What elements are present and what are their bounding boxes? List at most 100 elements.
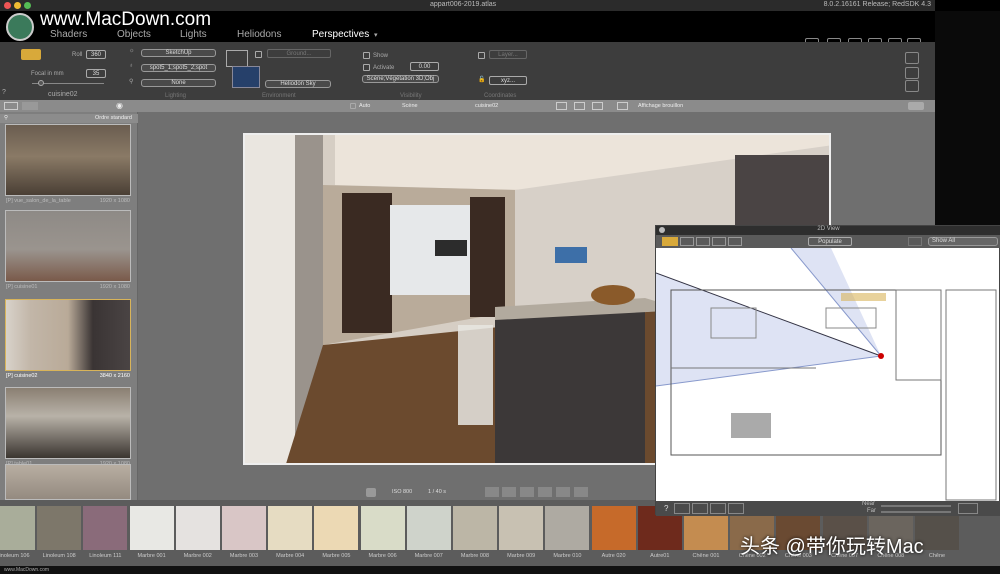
thumbnail-view-icon[interactable] — [4, 102, 18, 110]
plan-icon[interactable] — [662, 237, 678, 246]
material-swatch[interactable] — [83, 506, 128, 550]
remove-button[interactable] — [22, 102, 38, 110]
eye-icon[interactable]: ◉ — [116, 101, 123, 110]
material-label: Autre 020 — [601, 553, 626, 559]
material-label: Linoleum 106 — [0, 553, 30, 559]
pan-icon[interactable] — [485, 487, 499, 497]
activate-checkbox[interactable] — [363, 64, 370, 71]
material-swatch[interactable] — [314, 506, 359, 550]
ground-checkbox[interactable] — [255, 51, 262, 58]
near-slider[interactable] — [881, 505, 951, 507]
roll-input[interactable]: 360 — [86, 50, 106, 59]
perspectives-dropdown-icon[interactable]: ▾ — [374, 31, 378, 39]
focal-slider[interactable] — [32, 80, 104, 86]
camera-target-icon[interactable] — [958, 503, 978, 514]
minimize-button[interactable] — [14, 2, 21, 9]
exposure-select[interactable]: 1 / 40 s — [428, 489, 446, 495]
sky-swatch[interactable] — [232, 66, 260, 88]
material-swatch[interactable] — [0, 506, 35, 550]
perspective-thumbnail[interactable] — [5, 124, 131, 196]
perspective-thumbnail-selected[interactable] — [5, 299, 131, 371]
scene-label[interactable]: Scène — [402, 103, 418, 109]
macdown-logo — [6, 13, 34, 41]
lighting-preset-select[interactable]: SketchUp — [141, 49, 216, 57]
material-swatch[interactable] — [37, 506, 82, 550]
light-icon[interactable] — [728, 237, 742, 246]
lights-select[interactable]: spot5_1;spot5_2;spot — [141, 64, 216, 72]
focal-slider-handle[interactable] — [38, 80, 44, 86]
split-icon[interactable] — [592, 102, 603, 110]
fit-icon[interactable] — [710, 503, 726, 514]
fit-icon[interactable] — [574, 102, 585, 110]
material-swatch[interactable] — [499, 506, 544, 550]
show-checkbox[interactable] — [363, 52, 370, 59]
sort-select[interactable]: Ordre standard — [95, 115, 132, 121]
gear-icon[interactable] — [905, 80, 919, 92]
material-swatch[interactable] — [268, 506, 313, 550]
material-swatch[interactable] — [591, 506, 636, 550]
zoom-icon[interactable] — [502, 487, 516, 497]
help-button[interactable]: ? — [664, 504, 668, 513]
zoom-icon[interactable] — [692, 503, 708, 514]
lock-icon[interactable]: 🔓 — [478, 76, 485, 83]
tools-icon[interactable] — [905, 67, 919, 79]
visibility-value-input[interactable]: 0.00 — [410, 62, 439, 71]
settings-icon[interactable] — [366, 488, 376, 497]
material-swatch[interactable] — [129, 506, 174, 550]
xyz-button[interactable]: xyz... — [489, 76, 527, 85]
floor-icon[interactable] — [696, 237, 710, 246]
camera-name: cuisine02 — [48, 91, 78, 98]
background-swatch[interactable] — [226, 50, 248, 67]
layers-select[interactable]: Scène;Végétation 3D;Obj — [362, 75, 439, 83]
2d-view-toolbar: Populate Show All — [656, 235, 1000, 248]
floor-plan[interactable] — [656, 248, 1000, 501]
search-icon[interactable]: ⚲ — [4, 115, 8, 121]
focal-input[interactable]: 35 — [86, 69, 106, 78]
move-icon[interactable] — [520, 487, 534, 497]
furniture-icon[interactable] — [712, 237, 726, 246]
layer-checkbox[interactable] — [478, 52, 485, 59]
zoom-button[interactable] — [24, 2, 31, 9]
close-button[interactable] — [4, 2, 11, 9]
walk-icon[interactable] — [538, 487, 552, 497]
far-slider[interactable] — [881, 511, 951, 513]
tab-perspectives[interactable]: Perspectives — [312, 29, 369, 40]
draft-toggle[interactable] — [908, 102, 924, 110]
perspective-thumbnail[interactable] — [5, 387, 131, 459]
link-icon[interactable] — [908, 237, 922, 246]
close-icon[interactable] — [659, 227, 665, 233]
populate-button[interactable]: Populate — [808, 237, 852, 246]
tab-heliodons[interactable]: Heliodons — [237, 29, 281, 40]
pan-icon[interactable] — [674, 503, 690, 514]
material-swatch[interactable] — [545, 506, 590, 550]
sun-view-button[interactable] — [21, 49, 41, 60]
orbit-icon[interactable] — [574, 487, 588, 497]
material-swatch[interactable] — [222, 506, 266, 550]
material-swatch[interactable] — [406, 506, 451, 550]
center-icon[interactable] — [728, 503, 744, 514]
perspective-thumbnail[interactable] — [5, 464, 131, 500]
draft-icon[interactable] — [617, 102, 628, 110]
2d-view-title: 2D View — [817, 226, 840, 232]
show-filter-select[interactable]: Show All — [928, 237, 998, 246]
material-label: Linoleum 108 — [42, 553, 76, 559]
sky-select[interactable]: Heliodon Sky — [265, 80, 331, 88]
material-swatch[interactable] — [360, 506, 405, 550]
render-settings-icon[interactable] — [905, 52, 919, 64]
material-label: Autre01 — [650, 553, 670, 559]
rotate-icon[interactable] — [556, 487, 570, 497]
home-icon[interactable] — [680, 237, 694, 246]
light-option-select[interactable]: None — [141, 79, 216, 87]
layer-button[interactable]: Layer... — [489, 50, 527, 59]
environment-section-label: Environment — [262, 93, 296, 99]
perspective-thumbnail[interactable] — [5, 210, 131, 282]
material-swatch[interactable] — [453, 506, 497, 550]
iso-select[interactable]: ISO 800 — [392, 489, 412, 495]
activate-label: Activate — [373, 65, 395, 71]
ground-button[interactable]: Ground... — [267, 49, 331, 58]
help-button[interactable]: ? — [2, 89, 6, 96]
material-swatch[interactable] — [175, 506, 220, 550]
auto-checkbox[interactable] — [350, 103, 356, 109]
perspective-caption: [P] cuisine02 3840 x 2160 — [6, 373, 130, 379]
frame-icon[interactable] — [556, 102, 567, 110]
